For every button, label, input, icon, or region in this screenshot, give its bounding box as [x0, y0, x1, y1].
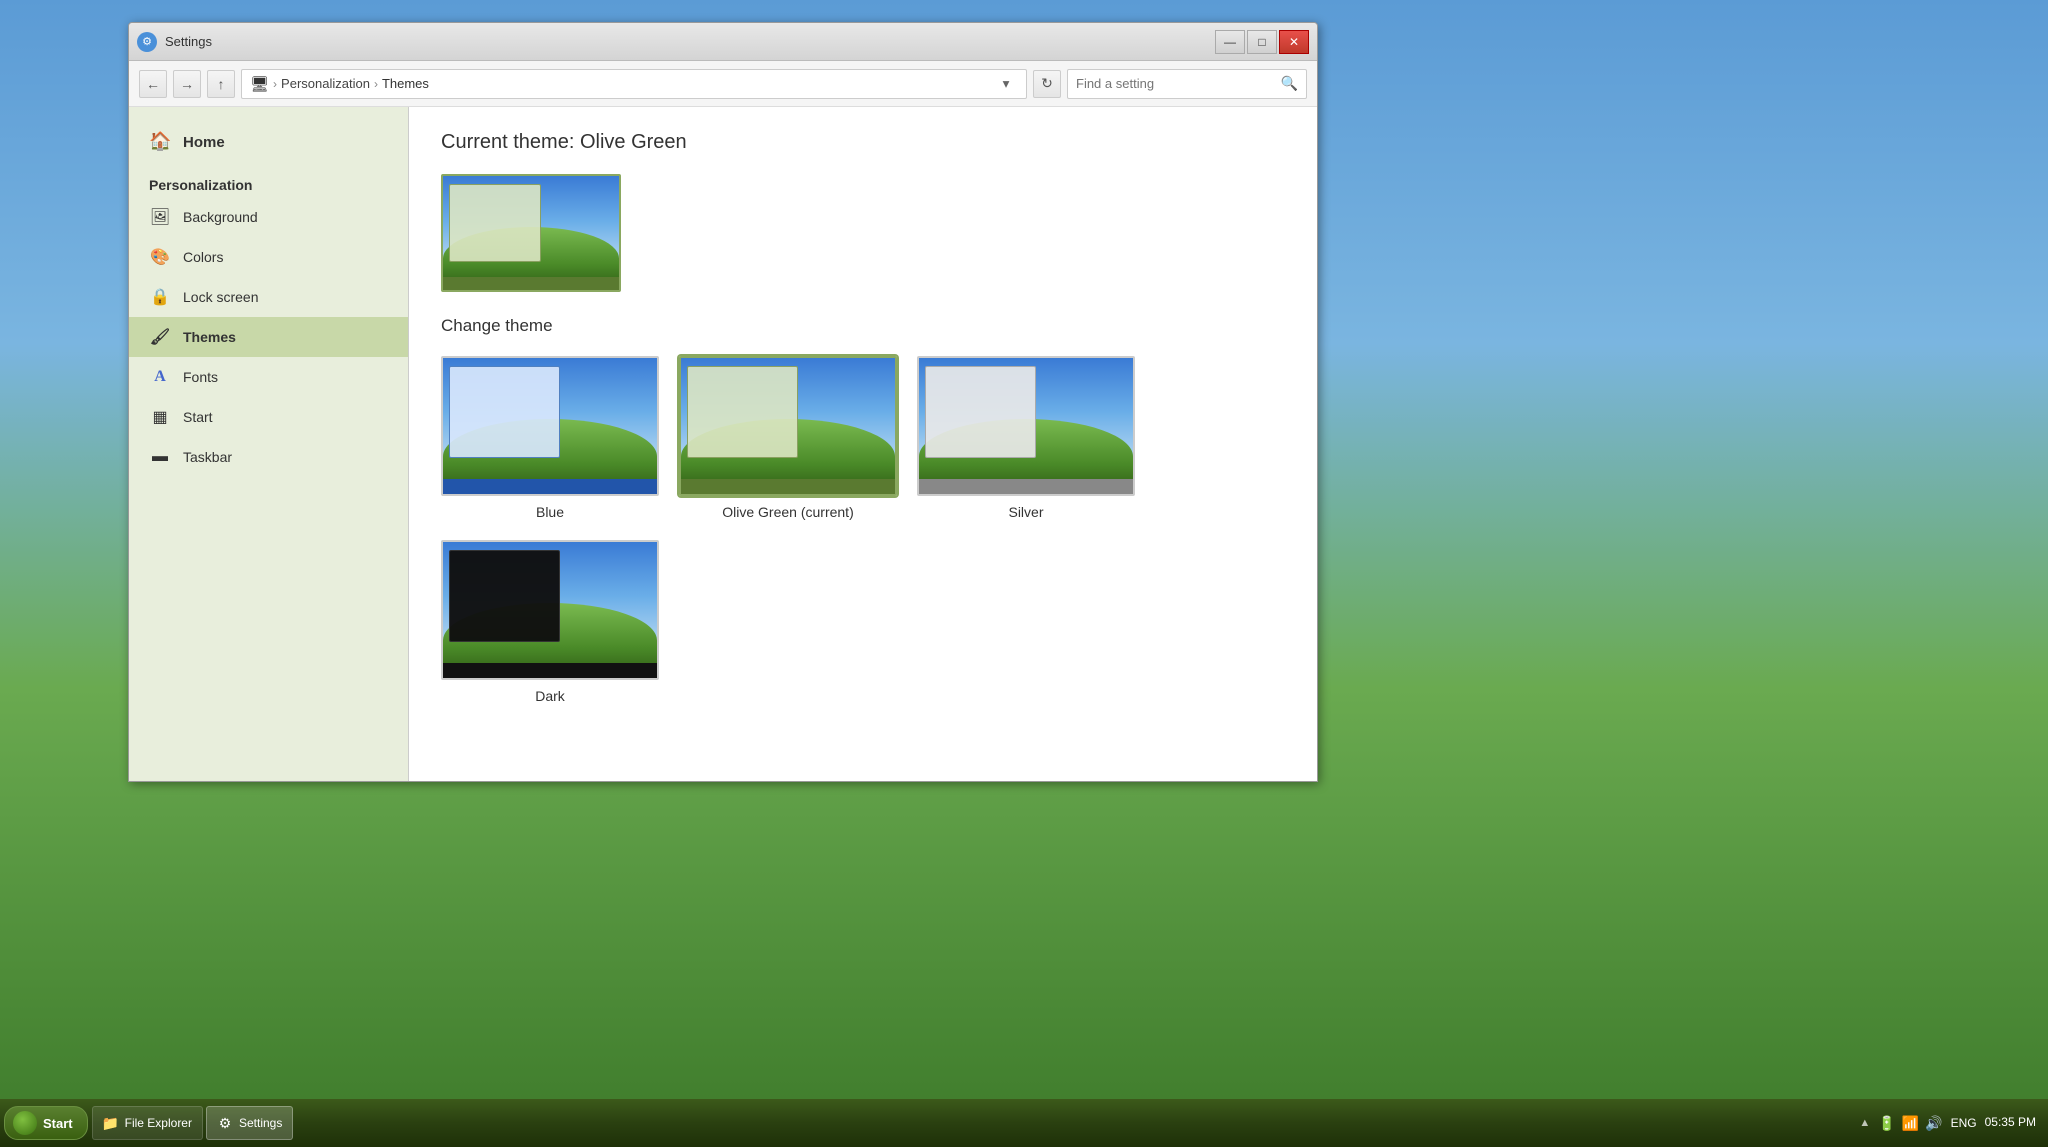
clock-time: 05:35 PM	[1985, 1115, 2036, 1131]
taskbar-items: 📁 File Explorer ⚙ Settings	[92, 1106, 1848, 1140]
start-icon: ▦	[149, 406, 171, 428]
breadcrumb-themes: Themes	[382, 76, 429, 91]
window-icon: ⚙	[137, 32, 157, 52]
sidebar-item-taskbar[interactable]: ▬ Taskbar	[129, 437, 408, 477]
start-button[interactable]: Start	[4, 1106, 88, 1140]
taskbar-item-file-explorer[interactable]: 📁 File Explorer	[92, 1106, 203, 1140]
system-clock[interactable]: 05:35 PM	[1985, 1115, 2036, 1131]
sidebar-item-fonts[interactable]: A Fonts	[129, 357, 408, 397]
theme-thumbnail-olive-green[interactable]	[679, 356, 897, 496]
forward-button[interactable]: →	[173, 70, 201, 98]
sidebar-item-colors[interactable]: 🎨 Colors	[129, 237, 408, 277]
sidebar-item-lock-screen[interactable]: 🔒 Lock screen	[129, 277, 408, 317]
sidebar-item-fonts-label: Fonts	[183, 369, 218, 385]
fonts-icon: A	[149, 366, 171, 388]
taskbar-item-file-explorer-label: File Explorer	[125, 1116, 192, 1130]
minimize-button[interactable]: —	[1215, 30, 1245, 54]
theme-thumbnail-blue[interactable]	[441, 356, 659, 496]
theme-item-blue[interactable]: Blue	[441, 356, 659, 520]
search-bar: 🔍	[1067, 69, 1307, 99]
lock-screen-icon: 🔒	[149, 286, 171, 308]
sidebar-item-colors-label: Colors	[183, 249, 223, 265]
themes-icon: 🖌	[149, 326, 171, 348]
taskbar-icon: ▬	[149, 446, 171, 468]
window-controls: — □ ✕	[1215, 30, 1309, 54]
colors-icon: 🎨	[149, 246, 171, 268]
search-input[interactable]	[1076, 76, 1275, 91]
title-bar: ⚙ Settings — □ ✕	[129, 23, 1317, 61]
address-bar: 🖥 › Personalization › Themes ▾	[241, 69, 1027, 99]
sidebar-item-themes-label: Themes	[183, 329, 236, 345]
current-theme-preview[interactable]	[441, 174, 621, 292]
tray-lang: ENG	[1951, 1116, 1977, 1130]
wifi-icon: 📶	[1902, 1115, 1919, 1132]
sidebar: 🏠 Home Personalization 🖼 Background 🎨 Co…	[129, 107, 409, 781]
sidebar-item-home[interactable]: 🏠 Home	[129, 123, 408, 161]
sidebar-item-themes[interactable]: 🖌 Themes	[129, 317, 408, 357]
up-button[interactable]: ↑	[207, 70, 235, 98]
sidebar-item-background-label: Background	[183, 209, 258, 225]
taskbar: Start 📁 File Explorer ⚙ Settings ▲ 🔋 📶 🔊…	[0, 1099, 2048, 1147]
maximize-button[interactable]: □	[1247, 30, 1277, 54]
tray-icons: 🔋 📶 🔊	[1878, 1115, 1942, 1132]
volume-icon: 🔊	[1925, 1115, 1942, 1132]
start-orb	[13, 1111, 37, 1135]
theme-item-olive-green[interactable]: Olive Green (current)	[679, 356, 897, 520]
breadcrumb-personalization[interactable]: Personalization	[281, 76, 370, 91]
main-area: 🏠 Home Personalization 🖼 Background 🎨 Co…	[129, 107, 1317, 781]
theme-thumbnail-dark[interactable]	[441, 540, 659, 680]
sidebar-item-taskbar-label: Taskbar	[183, 449, 232, 465]
theme-label-silver: Silver	[1008, 504, 1043, 520]
theme-item-silver[interactable]: Silver	[917, 356, 1135, 520]
navigation-bar: ← → ↑ 🖥 › Personalization › Themes ▾ ↻ 🔍	[129, 61, 1317, 107]
back-button[interactable]: ←	[139, 70, 167, 98]
window-title: Settings	[165, 34, 1215, 49]
taskbar-item-settings[interactable]: ⚙ Settings	[206, 1106, 293, 1140]
search-icon: 🔍	[1281, 75, 1298, 92]
address-dropdown-button[interactable]: ▾	[994, 70, 1018, 98]
home-icon: 🏠	[149, 131, 171, 153]
settings-window: ⚙ Settings — □ ✕ ← → ↑ 🖥 › Personalizati…	[128, 22, 1318, 782]
themes-grid: Blue Olive Green (current)	[441, 356, 1285, 704]
theme-thumbnail-silver[interactable]	[917, 356, 1135, 496]
tray-chevron-icon[interactable]: ▲	[1859, 1117, 1870, 1129]
settings-taskbar-icon: ⚙	[217, 1115, 233, 1131]
refresh-button[interactable]: ↻	[1033, 70, 1061, 98]
theme-label-olive-green: Olive Green (current)	[722, 504, 853, 520]
system-tray: ▲ 🔋 📶 🔊 ENG 05:35 PM	[1851, 1115, 2044, 1132]
file-explorer-icon: 📁	[103, 1115, 119, 1131]
address-computer-icon: 🖥	[250, 75, 269, 93]
theme-item-dark[interactable]: Dark	[441, 540, 659, 704]
sidebar-item-background[interactable]: 🖼 Background	[129, 197, 408, 237]
change-theme-title: Change theme	[441, 316, 1285, 336]
sidebar-item-start-label: Start	[183, 409, 213, 425]
start-button-label: Start	[43, 1116, 73, 1131]
theme-label-blue: Blue	[536, 504, 564, 520]
battery-icon: 🔋	[1878, 1115, 1895, 1132]
current-theme-title: Current theme: Olive Green	[441, 131, 1285, 154]
taskbar-item-settings-label: Settings	[239, 1116, 282, 1130]
sidebar-section-title: Personalization	[129, 169, 408, 197]
theme-label-dark: Dark	[535, 688, 565, 704]
background-icon: 🖼	[149, 206, 171, 228]
sidebar-item-lock-screen-label: Lock screen	[183, 289, 258, 305]
content-area: Current theme: Olive Green Change theme	[409, 107, 1317, 781]
close-button[interactable]: ✕	[1279, 30, 1309, 54]
sidebar-home-label: Home	[183, 134, 225, 151]
sidebar-item-start[interactable]: ▦ Start	[129, 397, 408, 437]
